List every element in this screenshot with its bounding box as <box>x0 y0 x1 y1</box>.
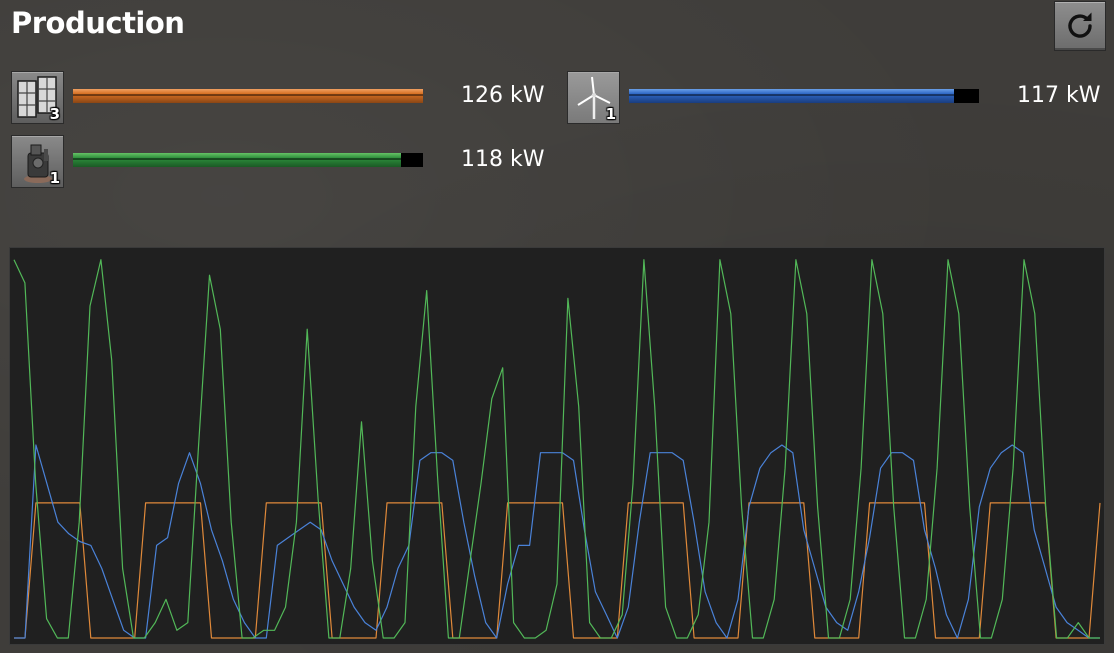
solar-panel-value: 126 kW <box>461 83 545 108</box>
wind-turbine-slot[interactable]: 1 <box>567 71 620 124</box>
production-entry-steam-engine: 1 118 kW <box>11 135 551 191</box>
production-chart <box>9 247 1105 645</box>
steam-engine-value: 118 kW <box>461 147 545 172</box>
wind-turbine-value: 117 kW <box>1017 83 1101 108</box>
refresh-icon <box>1068 12 1092 38</box>
steam-engine-bar-fill <box>73 153 401 167</box>
wind-turbine-count: 1 <box>605 105 616 123</box>
solar-panel-bar <box>73 89 423 103</box>
steam-engine-slot[interactable]: 1 <box>11 135 64 188</box>
production-chart-svg <box>13 259 1101 639</box>
wind-turbine-bar <box>629 89 979 103</box>
solar-panel-slot[interactable]: 3 <box>11 71 64 124</box>
production-entry-wind-turbine: 1 117 kW <box>567 71 1107 127</box>
solar-panel-bar-fill <box>73 89 423 103</box>
steam-engine-bar <box>73 153 423 167</box>
steam-engine-count: 1 <box>49 169 60 187</box>
chart-series-line-2 <box>13 259 1100 639</box>
solar-panel-count: 3 <box>49 105 60 123</box>
refresh-button[interactable] <box>1054 1 1106 51</box>
wind-turbine-bar-fill <box>629 89 954 103</box>
page-title: Production <box>11 6 185 40</box>
production-entry-solar-panel: 3 126 kW <box>11 71 551 127</box>
